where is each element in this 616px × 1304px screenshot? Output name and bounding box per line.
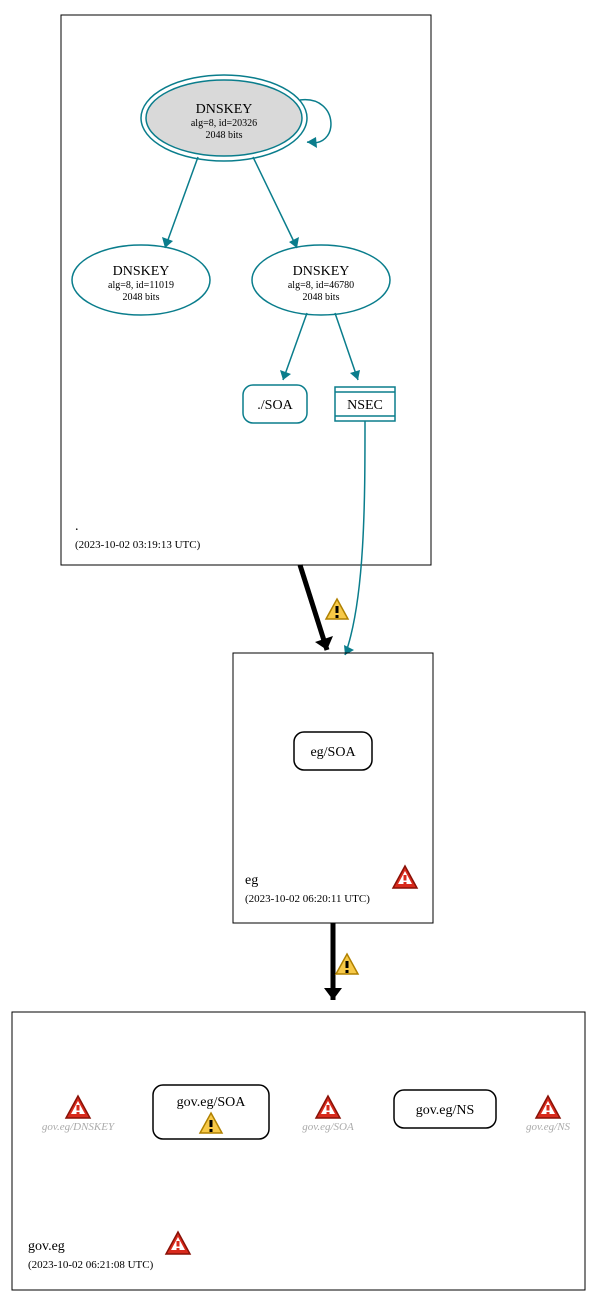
edge-zsk2-nsec: [335, 313, 358, 380]
goveg-ghost-soa: gov.eg/SOA: [302, 1121, 354, 1133]
root-zsk1-bits: 2048 bits: [123, 292, 160, 303]
root-zsk2-title: DNSKEY: [293, 264, 350, 279]
error-icon: [536, 1096, 560, 1118]
zone-goveg-name: gov.eg: [28, 1239, 65, 1254]
zone-eg-timestamp: (2023-10-02 06:20:11 UTC): [245, 893, 370, 905]
root-ksk-bits: 2048 bits: [206, 130, 243, 141]
arrow-zsk2-nsec: [350, 370, 360, 380]
warning-icon: [336, 954, 358, 974]
arrow-ksk-selfloop: [307, 137, 317, 148]
zone-goveg-timestamp: (2023-10-02 06:21:08 UTC): [28, 1259, 154, 1271]
root-zsk2-bits: 2048 bits: [303, 292, 340, 303]
error-icon: [316, 1096, 340, 1118]
zone-goveg-box: [12, 1012, 585, 1290]
arrow-eg-goveg: [324, 988, 342, 1000]
root-nsec-label: NSEC: [347, 398, 383, 413]
edge-ksk-zsk2: [253, 157, 297, 248]
root-zsk1-title: DNSKEY: [113, 264, 170, 279]
goveg-ghost-ns: gov.eg/NS: [526, 1121, 571, 1133]
goveg-ns-label: gov.eg/NS: [416, 1103, 475, 1118]
root-ksk-title: DNSKEY: [196, 102, 253, 117]
zone-root-name: .: [75, 519, 79, 534]
error-icon: [393, 866, 417, 888]
edge-nsec-eg: [345, 421, 365, 655]
edge-ksk-zsk1: [165, 157, 198, 248]
goveg-soa-label: gov.eg/SOA: [177, 1095, 247, 1110]
edge-zsk2-soa: [283, 313, 307, 380]
zone-eg-name: eg: [245, 873, 258, 888]
root-soa-label: ./SOA: [257, 398, 293, 413]
root-zsk2-params: alg=8, id=46780: [288, 280, 354, 291]
root-ksk-params: alg=8, id=20326: [191, 118, 257, 129]
error-icon: [66, 1096, 90, 1118]
zone-root-timestamp: (2023-10-02 03:19:13 UTC): [75, 539, 201, 551]
edge-root-eg: [300, 565, 327, 650]
goveg-ghost-dnskey: gov.eg/DNSKEY: [42, 1121, 116, 1133]
eg-soa-label: eg/SOA: [310, 745, 356, 760]
warning-icon: [326, 599, 348, 619]
error-icon: [166, 1232, 190, 1254]
root-zsk1-params: alg=8, id=11019: [108, 280, 174, 291]
